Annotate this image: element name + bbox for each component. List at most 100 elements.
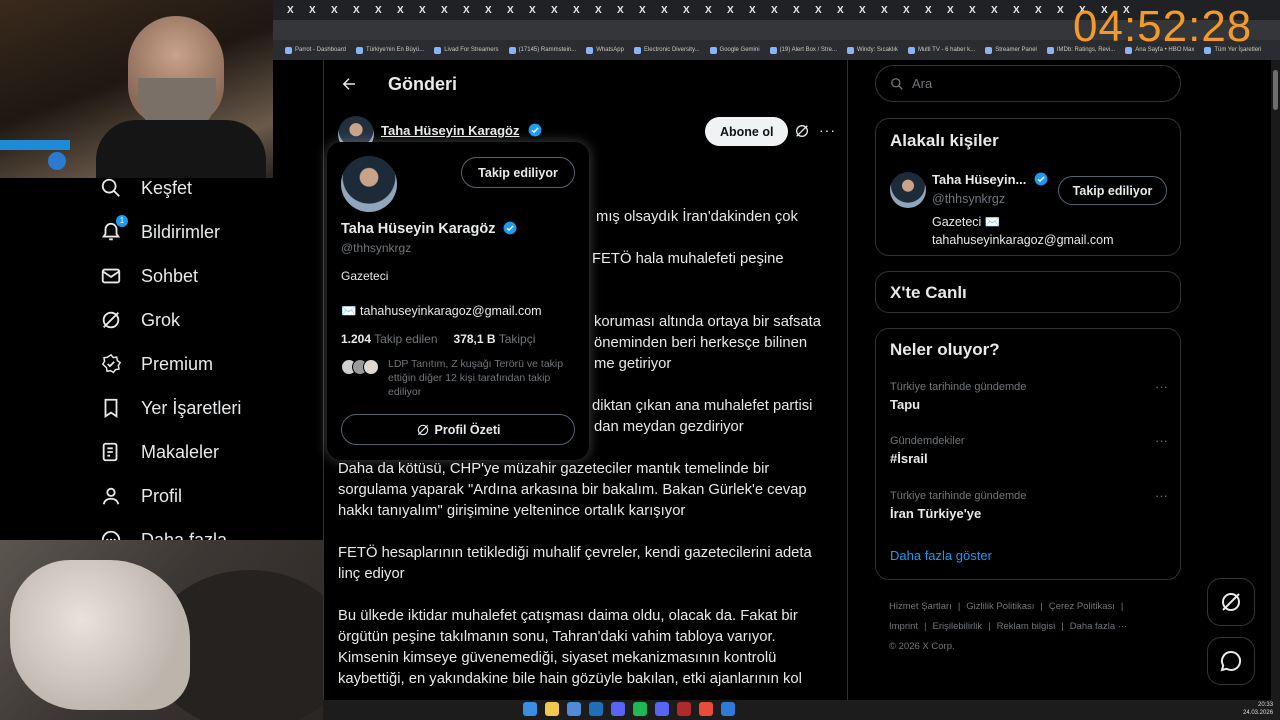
nav-item-search[interactable]: Keşfet (100, 166, 241, 210)
bookmark-item[interactable]: Windy: Sıcaklık (846, 46, 898, 54)
taskbar-app-icon[interactable] (589, 702, 603, 716)
browser-tab[interactable]: X (1035, 5, 1057, 16)
browser-tab[interactable]: X (815, 5, 837, 16)
footer-link[interactable]: Gizlilik Politikası (966, 601, 1034, 612)
browser-tab[interactable]: X (925, 5, 947, 16)
browser-tab[interactable]: X (507, 5, 529, 16)
profile-summary-button[interactable]: Profil Özeti (341, 414, 575, 445)
nav-item-grok[interactable]: Grok (100, 298, 241, 342)
search-box[interactable] (875, 65, 1181, 102)
related-avatar[interactable] (890, 172, 926, 208)
taskbar-app-icon[interactable] (567, 702, 581, 716)
hovercard-avatar[interactable] (341, 156, 397, 212)
bookmark-item[interactable]: WhatsApp (586, 46, 624, 54)
bookmark-item[interactable]: Parrot - Dashboard (285, 46, 346, 54)
taskbar-app-icon[interactable] (677, 702, 691, 716)
footer-link[interactable]: Reklam bilgisi (997, 621, 1056, 632)
show-more-link[interactable]: Daha fazla göster (890, 548, 992, 563)
bookmark-item[interactable]: Multi TV - 6 haber k... (907, 46, 975, 54)
search-input[interactable] (912, 76, 1162, 91)
browser-tab[interactable]: X (1013, 5, 1035, 16)
browser-tab[interactable]: X (441, 5, 463, 16)
trend-item[interactable]: Türkiye tarihinde gündemde Tapu ··· (890, 379, 1168, 412)
taskbar-app-icon[interactable] (721, 702, 735, 716)
browser-tab[interactable]: X (529, 5, 551, 16)
nav-item-bell[interactable]: 1 Bildirimler (100, 210, 241, 254)
subscribe-button[interactable]: Abone ol (705, 117, 789, 146)
more-options-icon[interactable]: ··· (819, 122, 836, 138)
browser-tab[interactable]: X (485, 5, 507, 16)
browser-tab[interactable]: X (991, 5, 1013, 16)
taskbar-app-icon[interactable] (655, 702, 669, 716)
browser-tab[interactable]: X (661, 5, 683, 16)
browser-tab[interactable]: X (573, 5, 595, 16)
trend-item[interactable]: Gündemdekiler #İsrail ··· (890, 433, 1168, 466)
browser-tab[interactable]: X (881, 5, 903, 16)
hovercard-name[interactable]: Taha Hüseyin Karagöz (341, 221, 495, 237)
footer-link[interactable]: Erişilebilirlik (933, 621, 983, 632)
bookmark-item[interactable]: (19) Alert Box / Stre... (769, 46, 837, 54)
scrollbar-thumb[interactable] (1273, 70, 1278, 110)
bookmark-item[interactable]: Google Gemini (709, 46, 760, 54)
trend-item[interactable]: Türkiye tarihinde gündemde İran Türkiye'y… (890, 488, 1168, 521)
more-options-icon[interactable]: ··· (1155, 488, 1168, 503)
nav-item-person[interactable]: Profil (100, 474, 241, 518)
browser-tab[interactable]: X (639, 5, 661, 16)
taskbar-app-icon[interactable] (611, 702, 625, 716)
followers-stat[interactable]: 378,1 B Takipçi (454, 332, 536, 346)
chat-fab[interactable] (1207, 637, 1255, 685)
browser-tab[interactable]: X (595, 5, 617, 16)
more-options-icon[interactable]: ··· (1155, 379, 1168, 394)
taskbar-app-icon[interactable] (545, 702, 559, 716)
page-scrollbar[interactable] (1271, 60, 1280, 700)
related-name-row[interactable]: Taha Hüseyin... (932, 172, 1048, 187)
nav-item-bookmark[interactable]: Yer İşaretleri (100, 386, 241, 430)
browser-tab[interactable]: X (947, 5, 969, 16)
browser-tab[interactable]: X (683, 5, 705, 16)
more-options-icon[interactable]: ··· (1155, 433, 1168, 448)
bookmark-item[interactable]: Livad For Streamers (434, 46, 499, 54)
grok-fab[interactable] (1207, 578, 1255, 626)
taskbar-clock[interactable]: 20:33 24.03.2026 (1243, 701, 1273, 717)
browser-tab[interactable]: X (749, 5, 771, 16)
browser-tab[interactable]: X (419, 5, 441, 16)
nav-item-article[interactable]: Makaleler (100, 430, 241, 474)
browser-tab[interactable]: X (903, 5, 925, 16)
browser-tab[interactable]: X (617, 5, 639, 16)
nav-item-mail[interactable]: Sohbet (100, 254, 241, 298)
footer-link[interactable]: © 2026 X Corp. (889, 641, 955, 652)
browser-tab[interactable]: X (705, 5, 727, 16)
live-panel[interactable]: X'te Canlı (875, 271, 1181, 313)
browser-tab[interactable]: X (397, 5, 419, 16)
footer-link[interactable]: Çerez Politikası (1049, 601, 1115, 612)
browser-tab[interactable]: X (309, 5, 331, 16)
browser-tab[interactable]: X (771, 5, 793, 16)
browser-tab[interactable]: X (727, 5, 749, 16)
author-name[interactable]: Taha Hüseyin Karagöz (381, 123, 519, 138)
related-name[interactable]: Taha Hüseyin... (932, 172, 1026, 187)
bookmark-item[interactable]: Türkiye'nin En Büyü... (356, 46, 424, 54)
browser-tab[interactable]: X (837, 5, 859, 16)
followed-by[interactable]: LDP Tanıtım, Z kuşağı Terörü ve takip et… (341, 357, 575, 399)
browser-tab[interactable]: X (463, 5, 485, 16)
bookmark-item[interactable]: Electronic Diversity... (633, 46, 700, 54)
grok-icon[interactable] (794, 123, 810, 139)
trend-name[interactable]: #İsrail (890, 451, 1168, 466)
browser-tab[interactable]: X (375, 5, 397, 16)
footer-link[interactable]: Daha fazla ··· (1070, 621, 1128, 632)
taskbar-app-icon[interactable] (523, 702, 537, 716)
browser-tab[interactable]: X (551, 5, 573, 16)
browser-tab[interactable]: X (793, 5, 815, 16)
related-following-button[interactable]: Takip ediliyor (1058, 176, 1167, 205)
trend-name[interactable]: Tapu (890, 397, 1168, 412)
trend-name[interactable]: İran Türkiye'ye (890, 506, 1168, 521)
nav-item-premium[interactable]: Premium (100, 342, 241, 386)
hovercard-name-row[interactable]: Taha Hüseyin Karagöz (341, 221, 517, 237)
bookmark-item[interactable]: (17145) Rammstein... (508, 46, 576, 54)
footer-link[interactable]: Imprint (889, 621, 918, 632)
following-button[interactable]: Takip ediliyor (461, 157, 575, 188)
browser-tab[interactable]: X (353, 5, 375, 16)
browser-tab[interactable]: X (969, 5, 991, 16)
browser-tab[interactable]: X (331, 5, 353, 16)
following-stat[interactable]: 1.204 Takip edilen (341, 332, 438, 346)
